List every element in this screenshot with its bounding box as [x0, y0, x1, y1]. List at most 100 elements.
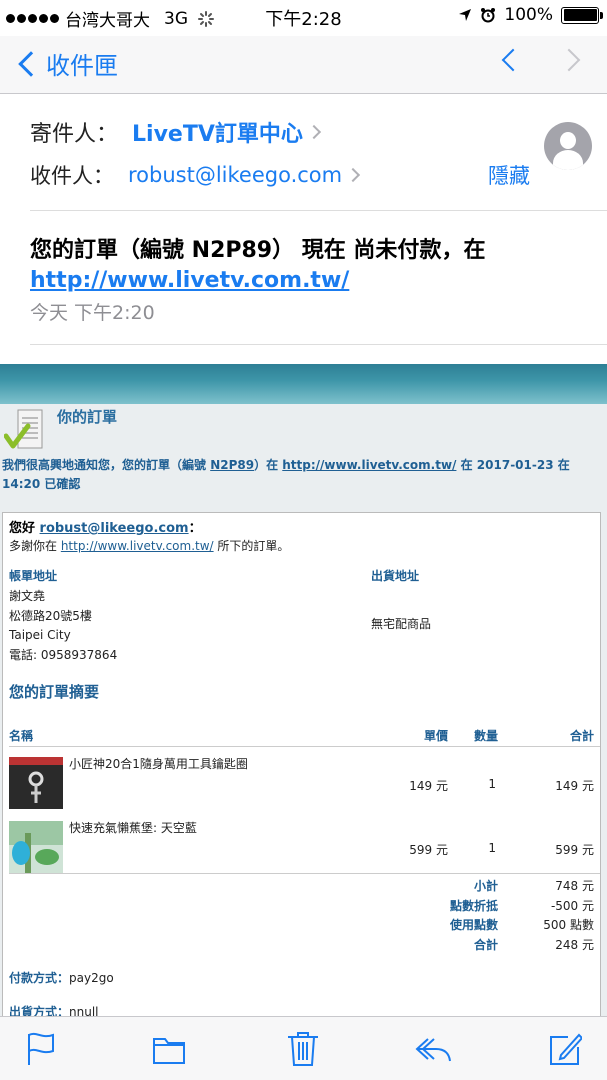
order-card: 您好 robust@likeego.com： 多謝你在 http://www.l…: [2, 512, 601, 1016]
column-price: 單價: [423, 729, 448, 743]
chevron-left-icon: [18, 50, 44, 77]
product-total: 599 元: [555, 843, 594, 857]
address-line: 謝文堯: [9, 589, 46, 603]
column-total: 合計: [569, 729, 594, 743]
totals-value: 748 元: [555, 879, 594, 893]
thanks-line: 多謝你在 http://www.livetv.com.tw/ 所下的訂單。: [9, 537, 289, 554]
trash-icon[interactable]: [286, 1031, 320, 1067]
payment-method: 付款方式：pay2go: [9, 969, 114, 986]
back-label: 收件匣: [46, 52, 118, 80]
shipping-address: 無宅配商品: [371, 617, 432, 631]
avatar-body: [553, 150, 583, 170]
greeting-suffix: ：: [188, 521, 202, 536]
order-totals: 小計 748 元 點數折抵 -500 元 使用點數 500 點數 合計 248 …: [9, 877, 600, 955]
status-right: 100%: [458, 5, 603, 25]
battery-icon: [561, 6, 603, 24]
hide-details-button[interactable]: 隱藏: [488, 160, 530, 190]
chevron-right-icon: [346, 167, 361, 183]
shipment-label: 出貨方式：: [9, 1005, 70, 1016]
shipment-method: 出貨方式：nnull: [9, 1003, 99, 1016]
address-line: Taipei City: [9, 628, 71, 642]
address-line: 松德路20號5樓: [9, 608, 92, 623]
alarm-icon: [481, 8, 496, 23]
greeting: 您好 robust@likeego.com：: [9, 517, 202, 536]
billing-address: 謝文堯 松德路20號5樓 Taipei City 電話: 0958937864: [9, 587, 117, 665]
divider: [30, 344, 607, 345]
compose-icon[interactable]: [548, 1031, 582, 1067]
back-to-inbox-button[interactable]: 收件匣: [16, 46, 118, 81]
payment-label: 付款方式：: [9, 971, 70, 985]
status-bar: 台湾大哥大 3G 下午2:28 100%: [0, 0, 607, 36]
battery-percent: 100%: [504, 5, 553, 25]
customer-email-link[interactable]: robust@likeego.com: [40, 521, 189, 536]
product-thumbnail: [9, 757, 63, 809]
product-price: 149 元: [409, 779, 448, 793]
reply-icon[interactable]: [414, 1031, 452, 1067]
from-label: 寄件人：: [30, 122, 119, 147]
table-row: 小匠神20合1隨身萬用工具鑰匙圈 149 元 1 149 元: [9, 751, 600, 811]
totals-value: 500 點數: [543, 918, 594, 932]
navigation-bar: 收件匣: [0, 36, 607, 94]
order-title: 你的訂單: [57, 408, 118, 426]
totals-row: 小計 748 元: [9, 877, 600, 897]
thanks-suffix: 所下的訂單。: [213, 539, 290, 553]
order-summary-title: 您的訂單摘要: [9, 683, 100, 701]
product-name: 小匠神20合1隨身萬用工具鑰匙圈: [69, 757, 248, 771]
product-total: 149 元: [555, 779, 594, 793]
greeting-prefix: 您好: [9, 521, 40, 536]
intro-text: 我們很高興地通知您，您的訂單（編號: [2, 458, 211, 472]
to-label: 收件人：: [30, 164, 114, 188]
totals-label: 使用點數: [449, 918, 498, 932]
store-link[interactable]: http://www.livetv.com.tw/: [61, 539, 214, 553]
column-name: 名稱: [9, 729, 34, 743]
product-qty: 1: [488, 841, 496, 855]
divider: [30, 210, 607, 211]
sender-avatar[interactable]: [544, 122, 592, 170]
mail-app: 台湾大哥大 3G 下午2:28 100% 收件匣 寄件人： LiveTV訂單中心…: [0, 0, 607, 1080]
table-header: 名稱 單價 數量 合計: [9, 727, 600, 747]
store-link[interactable]: http://www.livetv.com.tw/: [282, 458, 456, 472]
email-banner: [0, 364, 607, 404]
chevron-right-icon: [306, 124, 321, 140]
flag-icon[interactable]: [24, 1031, 58, 1067]
totals-row: 使用點數 500 點數: [9, 916, 600, 936]
product-price: 599 元: [409, 843, 448, 857]
subject-text: 您的訂單（編號 N2P89） 現在 尚未付款，在: [30, 238, 486, 263]
product-qty: 1: [488, 777, 496, 791]
order-number-link[interactable]: N2P89: [210, 458, 254, 472]
divider: [9, 873, 600, 874]
message-navigation: [501, 48, 581, 72]
table-row: 快速充氣懶蕉堡: 天空藍 599 元 1 599 元: [9, 815, 600, 875]
billing-address-label: 帳單地址: [9, 569, 58, 583]
intro-text: ）在: [254, 458, 283, 472]
totals-label: 合計: [473, 937, 498, 952]
thanks-prefix: 多謝你在: [9, 539, 61, 553]
totals-row: 點數折抵 -500 元: [9, 897, 600, 917]
subject-link[interactable]: http://www.livetv.com.tw/: [30, 268, 349, 293]
location-arrow-icon: [459, 9, 472, 21]
totals-value: 248 元: [555, 937, 594, 952]
to-row: 收件人： robust@likeego.com: [30, 160, 361, 190]
previous-message-icon[interactable]: [501, 48, 525, 72]
email-body: 你的訂單 我們很高興地通知您，您的訂單（編號 N2P89）在 http://ww…: [0, 404, 607, 1016]
totals-value: -500 元: [550, 898, 594, 913]
from-row: 寄件人： LiveTV訂單中心: [30, 116, 321, 148]
sender-name[interactable]: LiveTV訂單中心: [132, 116, 303, 148]
message-subject: 您的訂單（編號 N2P89） 現在 尚未付款，在 http://www.live…: [30, 236, 587, 296]
confirmation-text: 我們很高興地通知您，您的訂單（編號 N2P89）在 http://www.liv…: [2, 456, 601, 494]
address-line: 電話: 0958937864: [9, 647, 118, 662]
payment-value: pay2go: [69, 971, 114, 985]
product-thumbnail: [9, 821, 63, 873]
message-header: 寄件人： LiveTV訂單中心 收件人： robust@likeego.com …: [0, 94, 607, 364]
product-name: 快速充氣懶蕉堡: 天空藍: [69, 821, 197, 835]
avatar-head: [560, 132, 576, 149]
totals-label: 點數折抵: [449, 898, 498, 913]
shipment-value: nnull: [69, 1005, 99, 1016]
folder-icon[interactable]: [152, 1031, 186, 1067]
shipping-address-label: 出貨地址: [371, 569, 420, 583]
totals-label: 小計: [473, 879, 498, 893]
recipient-address[interactable]: robust@likeego.com: [128, 163, 342, 187]
next-message-icon[interactable]: [557, 48, 581, 72]
document-check-icon: [4, 409, 43, 449]
message-date: 今天 下午2:20: [30, 302, 155, 324]
